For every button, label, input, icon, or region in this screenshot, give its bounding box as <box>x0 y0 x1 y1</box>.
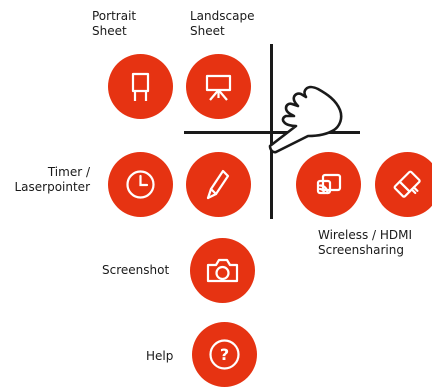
screenshot-label: Screenshot <box>102 263 170 277</box>
help-glyph: ? <box>220 345 229 364</box>
eraser-button[interactable] <box>375 152 432 217</box>
screenshot-button[interactable] <box>190 238 255 303</box>
timer-laserpointer-label: Timer / Laserpointer <box>14 165 90 194</box>
portrait-sheet-label: Portrait Sheet <box>92 9 137 38</box>
clock-icon <box>126 170 155 199</box>
laserpointer-button[interactable] <box>186 152 251 217</box>
landscape-sheet-button[interactable] <box>186 54 251 119</box>
help-label: Help <box>146 349 174 363</box>
timer-button[interactable] <box>108 152 173 217</box>
help-icon: ? <box>209 339 240 370</box>
pen-icon <box>206 169 230 200</box>
landscape-sheet-icon <box>205 74 232 101</box>
wireless-screensharing-button[interactable] <box>296 152 361 217</box>
portrait-sheet-icon <box>131 72 150 101</box>
portrait-sheet-button[interactable] <box>108 54 173 119</box>
pointing-hand-icon <box>268 85 343 154</box>
help-button[interactable]: ? <box>192 322 257 387</box>
eraser-icon <box>393 170 421 198</box>
camera-icon <box>206 258 239 283</box>
cast-icon <box>316 173 342 195</box>
wireless-screensharing-label: Wireless / HDMI Screensharing <box>318 228 413 257</box>
landscape-sheet-label: Landscape Sheet <box>190 9 255 38</box>
